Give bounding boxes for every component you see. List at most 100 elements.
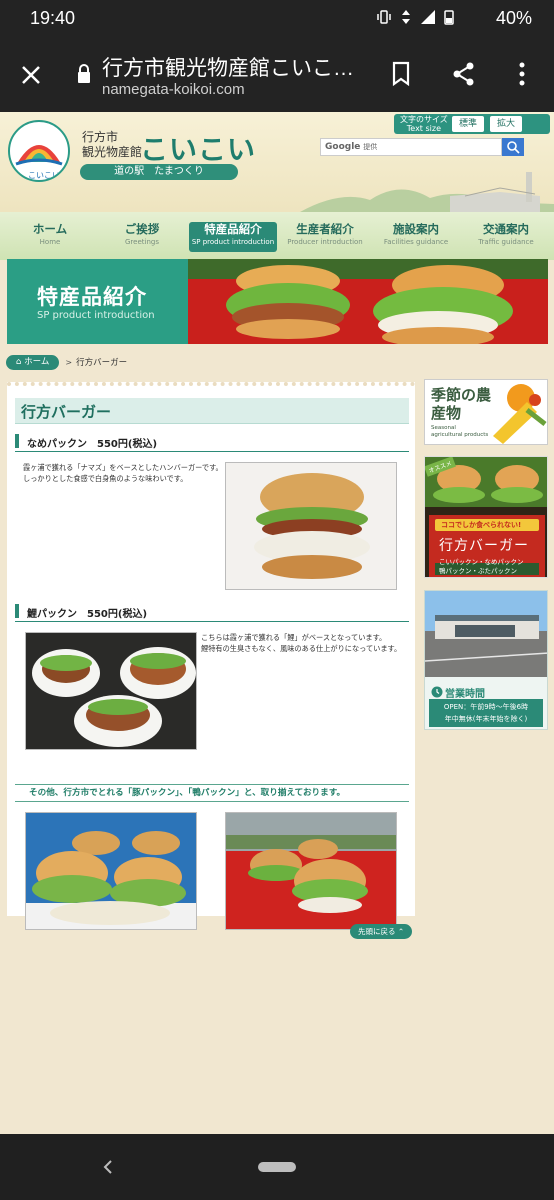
koi-description: こちらは霞ヶ浦で獲れる「鯉」がベースとなっています。 鯉特有の生臭さもなく、風味… (201, 632, 407, 654)
breadcrumb-current: 行方バーガー (76, 358, 128, 368)
koi-description-line1: こちらは霞ヶ浦で獲れる「鯉」がベースとなっています。 (201, 633, 387, 642)
site-header: こいこい 行方市 観光物産館 こいこい 道の駅 たまつくり 文字のサイズ Tex… (0, 112, 554, 212)
text-size-normal-button[interactable]: 標準 (452, 116, 484, 132)
koipakkun-photo (25, 632, 197, 750)
seasonal-subtitle-line1: Seasonal (431, 425, 456, 431)
site-name-line2: 観光物産館 (82, 145, 143, 159)
content-title-text: 行方バーガー (21, 403, 112, 421)
nav-traffic-label: 交通案内 (483, 222, 529, 236)
facility-photo (425, 591, 547, 677)
koipakkun-graphic (26, 633, 196, 749)
text-size-large-button[interactable]: 拡大 (490, 116, 522, 132)
text-size-label-en: Text size (406, 124, 441, 133)
search-button[interactable] (502, 138, 524, 156)
breadcrumb: ⌂ ホーム > 行方バーガー (6, 354, 127, 370)
signal-icon (421, 10, 435, 24)
seasonal-subtitle: Seasonal agricultural products (431, 425, 488, 439)
section-heading-koi-text: 鯉パックン 550円(税込) (27, 609, 148, 620)
nav-greetings-label: ご挨拶 (124, 222, 160, 236)
nav-traffic-en: Traffic guidance (478, 238, 534, 246)
nav-producers-en: Producer introduction (287, 238, 363, 246)
text-size-label: 文字のサイズ Text size (400, 115, 448, 133)
home-icon: ⌂ (16, 356, 25, 367)
section-bar (15, 434, 19, 448)
section-heading-nama: なめパックン 550円(税込) (15, 432, 409, 452)
business-hours-box[interactable]: 営業時間 OPEN：午前9時～午後6時 年中無休(年末年始を除く) (424, 590, 548, 730)
hours-line1: OPEN：午前9時～午後6時 (443, 703, 529, 711)
burger-promo-title: 行方バーガー (439, 538, 529, 554)
section-heading-nama-text: なめパックン 550円(税込) (27, 439, 158, 450)
nav-products-en: SP product introduction (191, 238, 275, 246)
breadcrumb-separator: > (65, 357, 73, 367)
others-note: その他、行方市でとれる「豚パックン」、「鴨パックン」と、取り揃えております。 (15, 784, 409, 802)
nav-greetings[interactable]: ご挨拶 Greetings (97, 222, 187, 252)
search-input[interactable]: Google 提供 (320, 138, 502, 156)
section-bar (15, 604, 19, 618)
battery-percent: 40% (495, 8, 532, 28)
nav-greetings-en: Greetings (125, 238, 159, 246)
hours-detail: OPEN：午前9時～午後6時 年中無休(年末年始を除く) (429, 699, 543, 727)
banner-title: 特産品紹介 (37, 285, 147, 309)
banner-subtitle: SP product introduction (37, 310, 155, 321)
back-to-top-button[interactable]: 先頭に戻る ⌃ (350, 924, 413, 939)
site-tagline: 道の駅 たまつくり (80, 164, 238, 180)
nav-home-en: Home (39, 238, 61, 246)
seasonal-title-text: 季節の農産物 (431, 386, 492, 422)
seasonal-subtitle-line2: agricultural products (431, 432, 489, 438)
home-pill[interactable] (258, 1162, 296, 1172)
nama-description: 霞ヶ浦で獲れる「ナマズ」をベースとしたハンバーガーです。 しっかりとした食感で白… (23, 462, 223, 484)
data-arrows-icon (402, 10, 410, 24)
nav-facilities-en: Facilities guidance (383, 238, 449, 246)
nav-producers-label: 生産者紹介 (296, 222, 354, 236)
banner-title-block: 特産品紹介 SP product introduction (7, 259, 188, 344)
system-nav-bar (0, 1134, 554, 1200)
nav-producers[interactable]: 生産者紹介 Producer introduction (280, 222, 370, 252)
banner-burger-photo (188, 259, 548, 344)
chevron-up-icon: ⌃ (397, 927, 405, 936)
bookmark-icon[interactable] (388, 60, 414, 88)
burger-photo-graphic (188, 259, 548, 344)
search-placeholder: 提供 (363, 143, 378, 151)
status-time: 19:40 (30, 8, 76, 28)
vegetables-image (493, 384, 547, 444)
namapakkun-photo (225, 462, 397, 590)
text-size-box: 文字のサイズ Text size 標準 拡大 (394, 114, 550, 134)
url-host[interactable]: namegata-koikoi.com (102, 81, 245, 98)
kamopakkun-photo (225, 812, 397, 930)
status-icons (376, 9, 454, 25)
burger-promo-items2: 鴨パックン・ぶたパックン (439, 567, 517, 575)
battery-icon (444, 10, 454, 25)
share-icon[interactable] (450, 60, 478, 88)
site-logo[interactable]: こいこい (8, 120, 70, 182)
vibrate-icon (377, 10, 391, 24)
seasonal-products-link[interactable]: 季節の農産物 Seasonal agricultural products (424, 379, 548, 445)
clock-icon (431, 686, 443, 698)
nav-traffic[interactable]: 交通案内 Traffic guidance (462, 222, 550, 252)
nav-home[interactable]: ホーム Home (6, 222, 94, 252)
site-name-line1: 行方市 (82, 130, 119, 144)
browser-toolbar: 行方市観光物産館こいこ… namegata-koikoi.com (0, 38, 554, 112)
section-heading-koi: 鯉パックン 550円(税込) (15, 602, 409, 622)
nav-products[interactable]: 特産品紹介 SP product introduction (189, 222, 277, 252)
koi-description-line2: 鯉特有の生臭さもなく、風味のある仕上がりになっています。 (201, 644, 402, 653)
web-page: こいこい 行方市 観光物産館 こいこい 道の駅 たまつくり 文字のサイズ Tex… (0, 112, 554, 1134)
butapakkun-photo (25, 812, 197, 930)
nav-facilities[interactable]: 施設案内 Facilities guidance (372, 222, 460, 252)
hours-title: 営業時間 (445, 689, 485, 700)
nav-home-label: ホーム (32, 222, 68, 236)
burger-tagline: ココでしか食べられない! (441, 521, 522, 529)
page-title[interactable]: 行方市観光物産館こいこ… (102, 52, 364, 82)
search-icon (507, 141, 520, 154)
back-icon[interactable] (100, 1158, 116, 1176)
breadcrumb-home[interactable]: ⌂ ホーム (6, 354, 60, 370)
butapakkun-graphic (26, 813, 196, 929)
content-title: 行方バーガー (15, 398, 409, 424)
close-icon[interactable] (18, 62, 44, 88)
search-brand: Google 提供 (325, 142, 377, 152)
lock-icon (78, 64, 90, 83)
search-brand-text: Google (325, 142, 361, 152)
nama-description-line2: しっかりとした食感で白身魚のような味わいです。 (23, 474, 188, 483)
text-size-label-jp: 文字のサイズ (400, 115, 448, 124)
namegata-burger-link[interactable]: オススメ ココでしか食べられない! 行方バーガー こいパックン・なめパックン 鴨… (424, 456, 548, 578)
more-menu-icon[interactable] (512, 60, 532, 88)
